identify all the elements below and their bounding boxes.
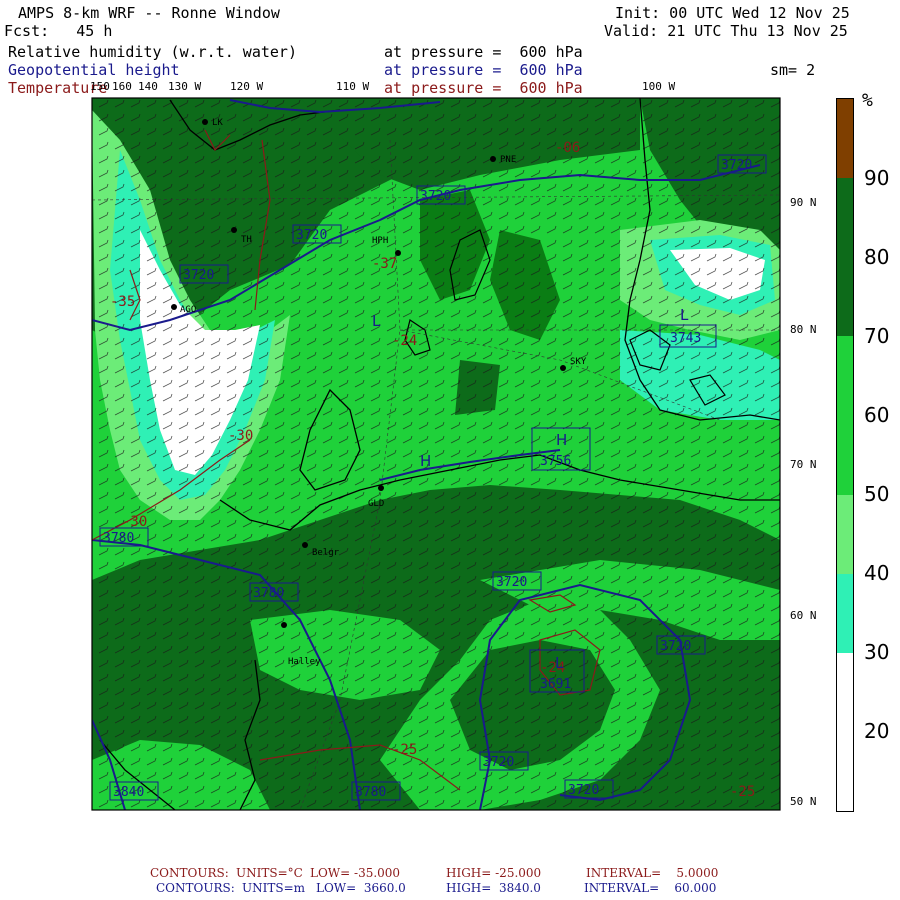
- temp-label: -25: [730, 784, 755, 800]
- temp-contour-high: HIGH= -25.000: [446, 866, 542, 880]
- height-label: 3743: [670, 331, 701, 346]
- colorbar-label: 40: [864, 561, 890, 585]
- height-label: 3780: [253, 586, 284, 601]
- temp-label: -30: [228, 428, 253, 444]
- height-label: 3720: [721, 158, 752, 173]
- temp-contour-low: LOW= -35.000: [310, 866, 401, 880]
- height-label: 3720: [496, 575, 527, 590]
- temp-label: -35: [110, 294, 135, 310]
- temp-label: -30: [122, 514, 147, 530]
- height-label: 3720: [660, 639, 691, 654]
- temp-contour-label: CONTOURS:: [150, 866, 229, 880]
- weather-map: LK PNE TH HPH AGO SKY GLD Belgr Halley 3…: [91, 97, 781, 811]
- colorbar-segment: [837, 99, 853, 179]
- height-contour-high: HIGH= 3840.0: [446, 881, 541, 895]
- high-mark: H: [556, 431, 567, 449]
- colorbar-segment: [837, 257, 853, 337]
- colorbar-segment: [837, 652, 853, 732]
- colorbar-label: 90: [864, 166, 890, 190]
- temp-label: -06: [555, 140, 580, 156]
- colorbar-label: 20: [864, 719, 890, 743]
- colorbar-label: 30: [864, 640, 890, 664]
- height-contour-low: LOW= 3660.0: [316, 881, 406, 895]
- height-label: 3780: [103, 531, 134, 546]
- colorbar-segment: [837, 494, 853, 574]
- high-mark: H: [420, 452, 431, 470]
- colorbar: [836, 98, 854, 812]
- rh-shading: [92, 98, 780, 810]
- station-label: GLD: [368, 499, 384, 509]
- lat-label: 80 N: [790, 323, 817, 336]
- temp-contour-interval: INTERVAL= 5.0000: [586, 866, 719, 880]
- colorbar-segment: [837, 178, 853, 258]
- low-mark: L: [680, 306, 689, 324]
- height-label: 3720: [296, 228, 327, 243]
- temp-contour-units: UNITS=°C: [236, 866, 303, 880]
- height-contour-units: UNITS=m: [242, 881, 306, 895]
- low-mark: L: [372, 312, 381, 330]
- colorbar-segment: [837, 336, 853, 416]
- lat-label: 70 N: [790, 458, 817, 471]
- station-label: SKY: [570, 357, 587, 367]
- height-contour-interval: INTERVAL= 60.000: [584, 881, 717, 895]
- station-label: Halley: [288, 657, 321, 667]
- colorbar-segment: [837, 415, 853, 495]
- station-label: HPH: [372, 236, 388, 246]
- low-mark: L: [555, 654, 564, 672]
- colorbar-segment: [837, 573, 853, 653]
- height-label: 3691: [540, 677, 571, 692]
- colorbar-label: 60: [864, 403, 890, 427]
- height-label: 3756: [540, 454, 571, 469]
- lat-label: 90 N: [790, 196, 817, 209]
- colorbar-label: 70: [864, 324, 890, 348]
- temp-label: -25: [392, 742, 417, 758]
- colorbar-label: 80: [864, 245, 890, 269]
- station-label: PNE: [500, 155, 516, 165]
- colorbar-segment: [837, 731, 853, 811]
- station-label: TH: [241, 235, 252, 245]
- colorbar-unit: %: [862, 90, 873, 111]
- height-contour-label: CONTOURS:: [156, 881, 235, 895]
- station-label: AGO: [180, 305, 196, 315]
- height-label: 3720: [183, 268, 214, 283]
- lat-label: 60 N: [790, 609, 817, 622]
- temp-label: -37: [372, 256, 397, 272]
- height-label: 3720: [420, 189, 451, 204]
- temp-label: -24: [392, 333, 417, 349]
- station-label: Belgr: [312, 548, 340, 558]
- lat-label: 50 N: [790, 795, 817, 808]
- height-label: 3720: [568, 783, 599, 798]
- station-label: LK: [212, 118, 223, 128]
- height-label: 3720: [483, 755, 514, 770]
- height-label: 3840: [113, 785, 144, 800]
- height-label: 3780: [355, 785, 386, 800]
- colorbar-label: 50: [864, 482, 890, 506]
